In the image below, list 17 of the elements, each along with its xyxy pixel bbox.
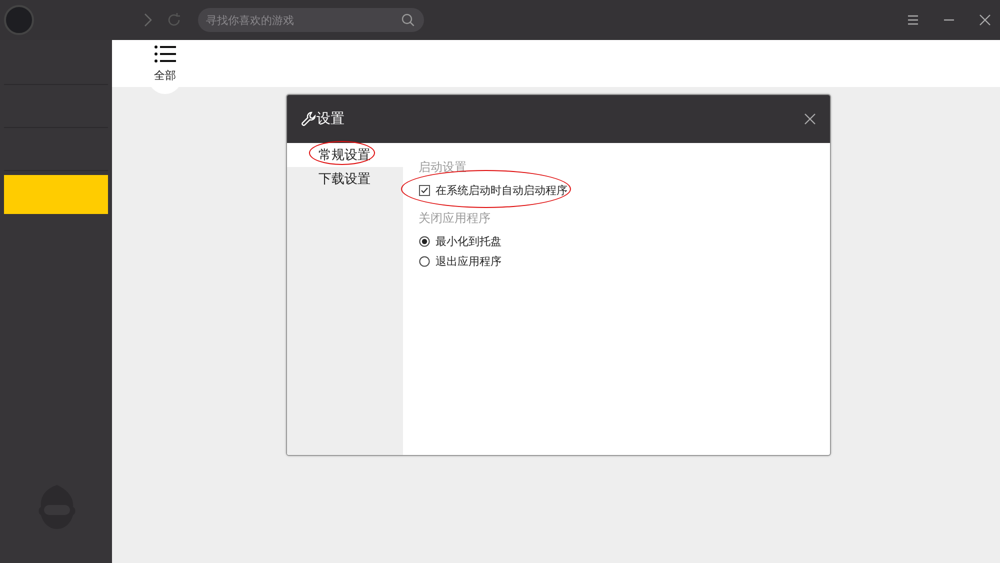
search-field[interactable]: 寻找你喜欢的游戏	[198, 8, 424, 32]
menu-icon[interactable]	[906, 13, 920, 27]
close-icon[interactable]	[978, 13, 992, 27]
option-label[interactable]: 在系统启动时自动启动程序	[436, 182, 568, 198]
option-label[interactable]: 退出应用程序	[436, 254, 502, 268]
option-label[interactable]: 最小化到托盘	[436, 234, 502, 248]
radio-button[interactable]	[418, 236, 430, 246]
radio-button[interactable]	[418, 256, 430, 266]
checkbox[interactable]	[418, 184, 430, 196]
close-icon[interactable]	[804, 113, 816, 125]
search-icon[interactable]	[401, 13, 415, 27]
section-heading: 关闭应用程序	[418, 210, 492, 227]
dialog-title: 设置	[316, 110, 344, 128]
list-icon	[154, 44, 176, 64]
settings-tab[interactable]: 下载设置	[286, 167, 402, 191]
wrench-icon	[300, 111, 316, 127]
settings-tab[interactable]: 常规设置	[286, 143, 402, 167]
